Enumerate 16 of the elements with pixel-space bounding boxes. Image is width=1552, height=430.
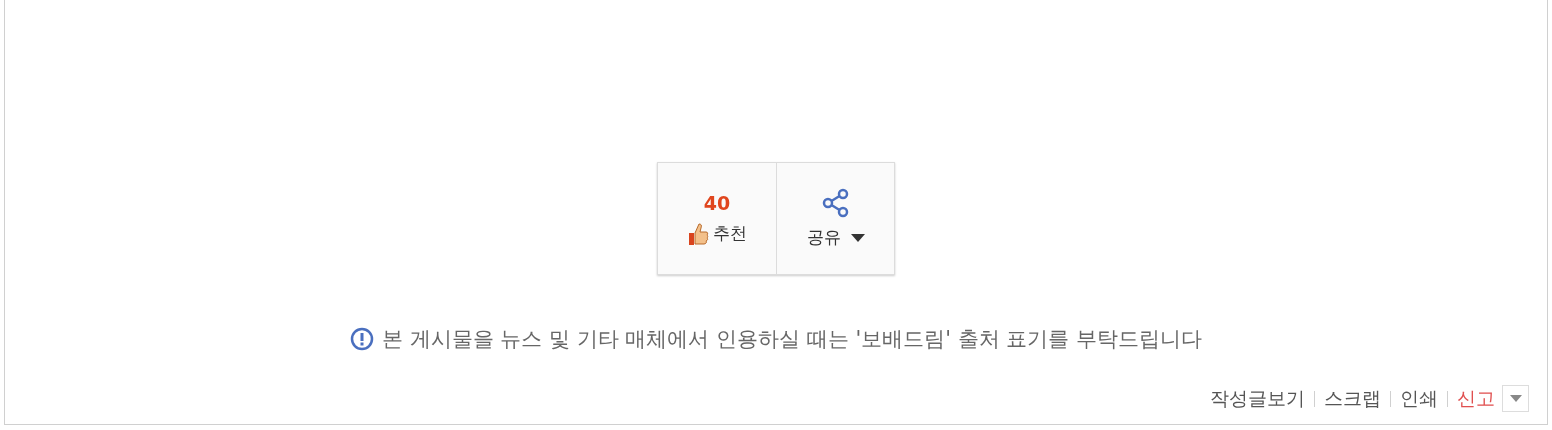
post-link[interactable]: 신고: [1457, 385, 1495, 412]
more-button[interactable]: [1502, 385, 1529, 412]
thumbs-up-icon: [687, 221, 709, 246]
caret-icon: [850, 233, 865, 242]
post-link[interactable]: 인쇄: [1400, 385, 1438, 412]
notice-text: 본 게시물을 뉴스 및 기타 매체에서 인용하실 때는 '보배드림' 출처 표기를 부탁드립니다: [382, 326, 1202, 353]
recommend-count: 40: [703, 191, 731, 214]
post-link[interactable]: 작성글보기: [1210, 385, 1305, 412]
share-label: 공유: [806, 226, 841, 249]
share-button[interactable]: 공유: [776, 163, 894, 274]
share-icon: [821, 188, 850, 218]
caret-icon: [1509, 395, 1522, 402]
info-icon: [350, 327, 374, 351]
post-link[interactable]: 스크랩: [1324, 385, 1381, 412]
recommend-label: 추천: [713, 222, 747, 245]
recommend-button[interactable]: 40 추천: [658, 163, 776, 274]
